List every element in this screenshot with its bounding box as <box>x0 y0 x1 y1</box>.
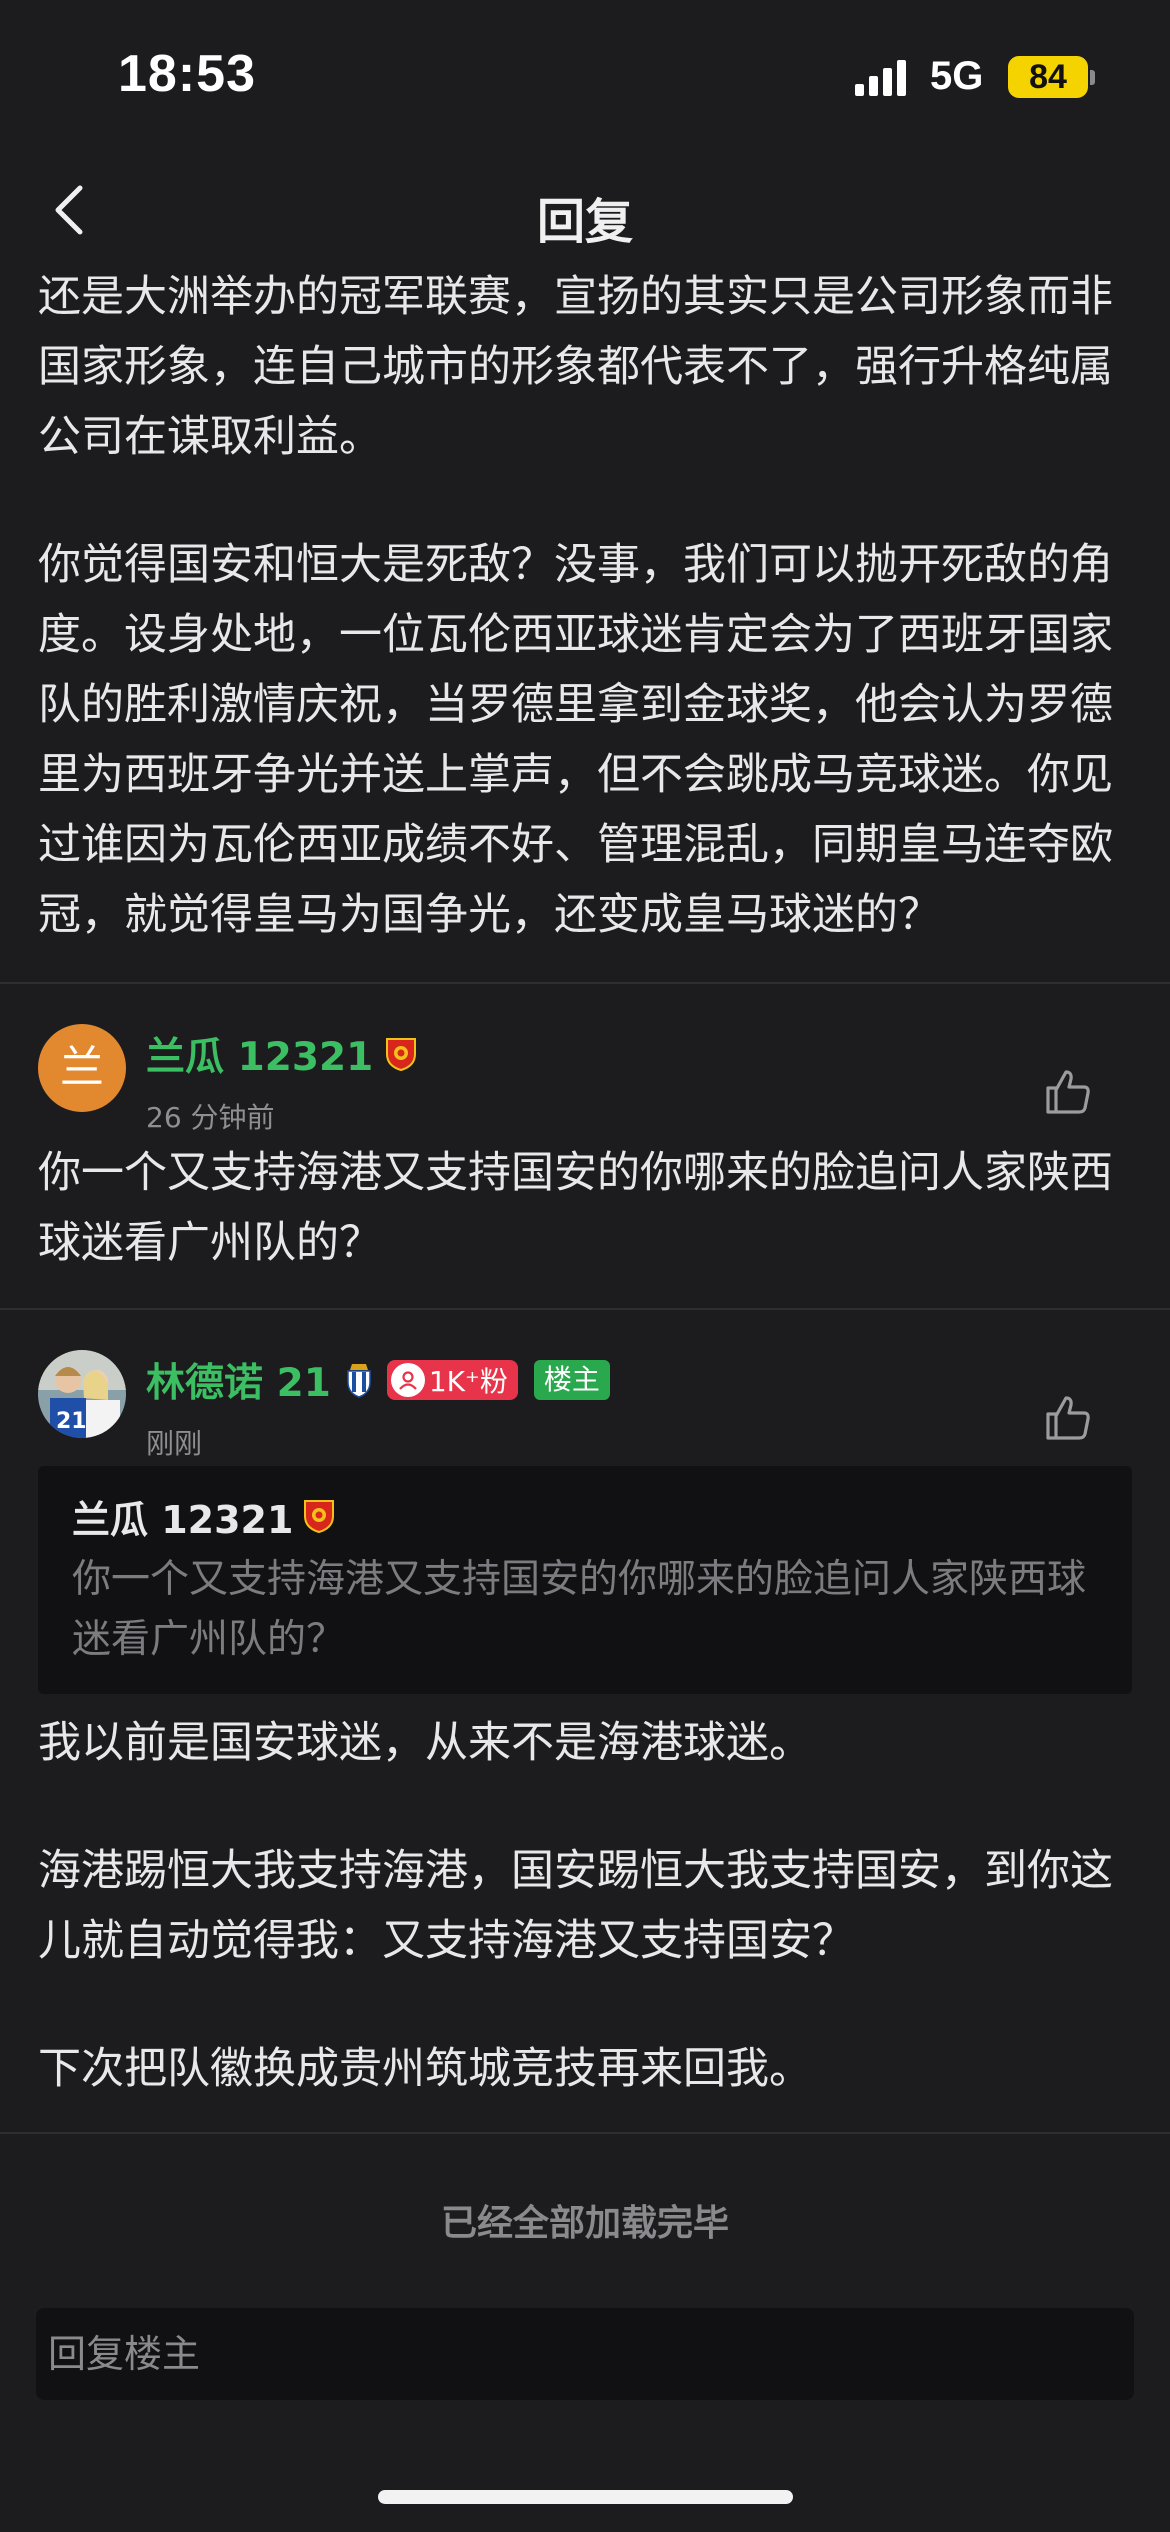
comment-time: 刚刚 <box>146 1427 203 1460</box>
fans-badge: 1K⁺粉 <box>386 1360 518 1400</box>
nav-bar: 回复 <box>0 160 1170 260</box>
quoted-comment[interactable]: 兰瓜 12321 你一个又支持海港又支持国安的你哪来的脸追问人家陕西球迷看广州队… <box>38 1466 1132 1694</box>
status-bar: 18:53 5G 84 <box>0 0 1170 150</box>
thumbs-up-icon[interactable] <box>1042 1066 1094 1118</box>
post-paragraph: 还是大洲举办的冠军联赛，宣扬的其实只是公司形象而非国家形象，连自己城市的形象都代… <box>38 272 1113 462</box>
avatar[interactable]: 21 <box>38 1350 126 1438</box>
comment-time: 26 分钟前 <box>146 1101 275 1134</box>
avatar-photo: 21 <box>38 1350 126 1438</box>
svg-text:21: 21 <box>56 1409 87 1434</box>
reply-input[interactable]: 回复楼主 <box>36 2308 1134 2400</box>
op-badge: 楼主 <box>533 1360 610 1400</box>
page-title: 回复 <box>536 194 633 250</box>
username[interactable]: 林德诺 21 <box>146 1352 331 1408</box>
guangzhou-team-badge-icon <box>386 1038 417 1072</box>
quote-text: 你一个又支持海港又支持国安的你哪来的脸追问人家陕西球迷看广州队的？ <box>72 1557 1087 1662</box>
battery-cap <box>1090 70 1095 85</box>
reply-thread: 还是大洲举办的冠军联赛，宣扬的其实只是公司形象而非国家形象，连自己城市的形象都代… <box>0 262 1170 2134</box>
comment-text: 我以前是国安球迷，从来不是海港球迷。 <box>38 1718 812 1768</box>
all-loaded-label: 已经全部加载完毕 <box>440 2203 729 2244</box>
signal-icon <box>855 60 906 96</box>
home-indicator[interactable] <box>378 2490 793 2504</box>
fan-icon <box>390 1363 425 1397</box>
post-paragraph: 你觉得国安和恒大是死敌？没事，我们可以抛开死敌的角度。设身处地，一位瓦伦西亚球迷… <box>38 540 1113 940</box>
battery-level: 84 <box>1008 56 1088 98</box>
comment-text: 你一个又支持海港又支持国安的你哪来的脸追问人家陕西球迷看广州队的？ <box>38 1148 1113 1268</box>
thumbs-up-icon[interactable] <box>1042 1392 1094 1444</box>
espanyol-team-badge-icon <box>347 1364 371 1398</box>
comment-text: 海港踢恒大我支持海港，国安踢恒大我支持国安，到你这儿就自动觉得我：又支持海港又支… <box>38 1846 1113 1966</box>
network-type: 5G <box>930 54 984 98</box>
comment-text: 下次把队徽换成贵州筑城竞技再来回我。 <box>38 2044 812 2094</box>
status-time: 18:53 <box>118 45 256 103</box>
username[interactable]: 兰瓜 12321 <box>146 1026 373 1082</box>
comment-item: 兰 兰瓜 12321 26 分钟前 你一个又支持海港又支持国安的你哪来的脸追问人… <box>0 984 1170 1278</box>
fans-count: 1K⁺粉 <box>428 1365 508 1398</box>
avatar[interactable]: 兰 <box>38 1024 126 1112</box>
guangzhou-team-badge-icon <box>304 1500 335 1534</box>
comment-item: 21 林德诺 21 1K⁺粉 楼主 刚刚 兰瓜 12321 你一个又支持海港又支… <box>0 1310 1170 2104</box>
quote-username: 兰瓜 12321 <box>72 1497 294 1542</box>
divider <box>0 2132 1170 2134</box>
